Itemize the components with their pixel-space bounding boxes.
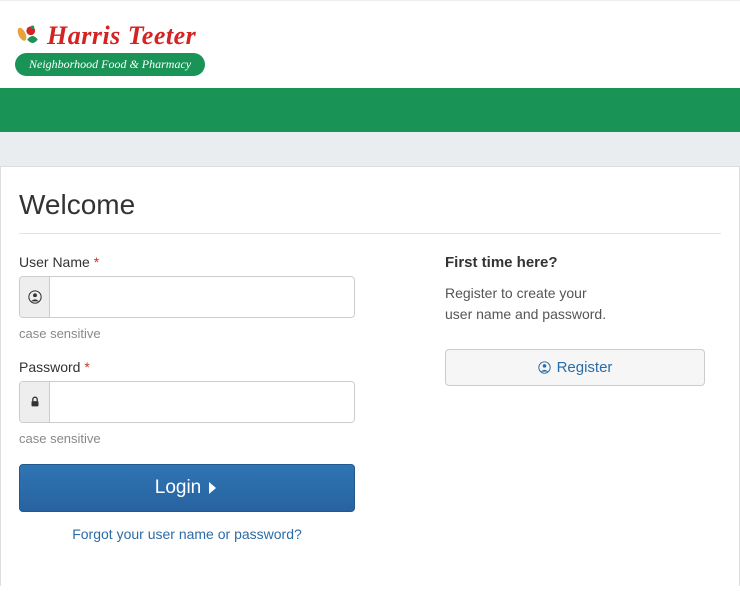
password-helper: case sensitive <box>19 431 355 446</box>
forgot-link[interactable]: Forgot your user name or password? <box>19 526 355 542</box>
brand-logo: Harris Teeter Neighborhood Food & Pharma… <box>15 21 205 76</box>
login-button[interactable]: Login <box>19 464 355 512</box>
page-title: Welcome <box>19 189 721 234</box>
password-input[interactable] <box>50 382 354 422</box>
brand-tagline: Neighborhood Food & Pharmacy <box>15 53 205 76</box>
username-input[interactable] <box>50 277 354 317</box>
register-heading: First time here? <box>445 254 705 271</box>
username-label: User Name * <box>19 254 355 270</box>
username-helper: case sensitive <box>19 326 355 341</box>
login-form: User Name * case sensitive Password * <box>19 254 355 542</box>
spacer <box>0 132 740 166</box>
register-panel: First time here? Register to create your… <box>445 254 705 542</box>
chevron-right-icon <box>207 481 219 495</box>
login-button-label: Login <box>155 477 202 499</box>
main-panel: Welcome User Name * case sensitive Pass <box>0 166 740 586</box>
user-icon <box>538 361 551 374</box>
password-label: Password * <box>19 359 355 375</box>
user-icon <box>20 277 50 317</box>
register-button[interactable]: Register <box>445 349 705 386</box>
header: Harris Teeter Neighborhood Food & Pharma… <box>0 0 740 88</box>
lock-icon <box>20 382 50 422</box>
logo-icon <box>15 22 43 50</box>
brand-name: Harris Teeter <box>47 21 196 51</box>
register-text: Register to create your user name and pa… <box>445 283 705 325</box>
register-button-label: Register <box>557 359 613 376</box>
nav-bar <box>0 88 740 132</box>
